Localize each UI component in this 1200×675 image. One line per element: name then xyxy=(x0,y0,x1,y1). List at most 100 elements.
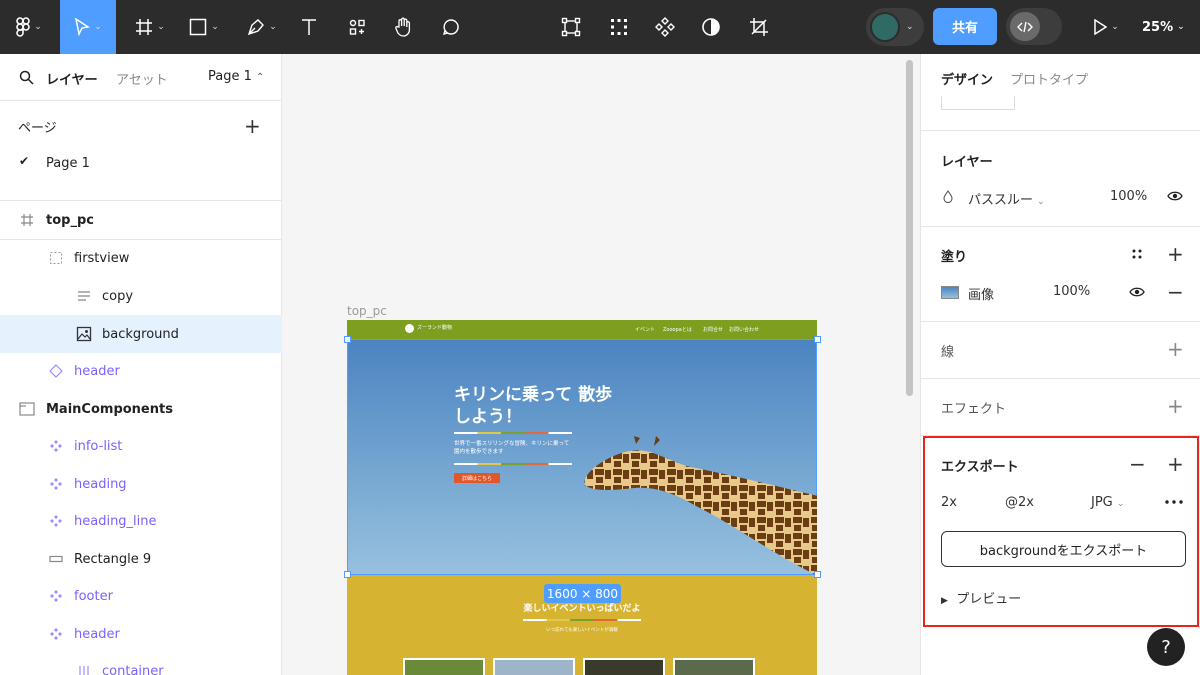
hero-background-image[interactable]: キリンに乗って 散歩しよう！ 世界で一番スリリングな冒険、キリンに乗って園内を散… xyxy=(347,339,817,576)
panda-logo-icon xyxy=(405,324,414,333)
resize-handle[interactable] xyxy=(344,336,351,343)
layer-label: top_pc xyxy=(46,212,94,228)
page-selector[interactable]: Page 1 ⌃ xyxy=(208,69,264,84)
eye-icon[interactable] xyxy=(1129,286,1145,298)
multiplayer-avatar-button[interactable]: ⌄ xyxy=(866,8,924,46)
layer-item[interactable]: info-list xyxy=(0,427,282,465)
shape-tool-button[interactable]: ⌄ xyxy=(182,0,226,54)
tab-assets[interactable]: アセット xyxy=(116,69,168,88)
layer-item[interactable]: Rectangle 9 xyxy=(0,540,282,578)
image-fill-swatch[interactable] xyxy=(941,286,959,299)
rectangle-icon xyxy=(48,551,64,567)
zoom-menu[interactable]: 25% ⌄ xyxy=(1142,0,1185,54)
layer-label: heading xyxy=(74,476,127,492)
resources-button[interactable] xyxy=(342,0,372,54)
component-button[interactable] xyxy=(652,0,678,54)
layer-item[interactable]: heading xyxy=(0,465,282,503)
figma-menu-button[interactable]: ⌄ xyxy=(8,0,50,54)
hand-tool-button[interactable] xyxy=(388,0,418,54)
fill-section-heading: 塗り xyxy=(941,250,968,265)
resize-handle[interactable] xyxy=(814,571,821,578)
add-page-button[interactable]: + xyxy=(244,116,261,136)
canvas-scrollbar[interactable] xyxy=(906,60,913,396)
event-thumbnail xyxy=(673,658,755,675)
event-thumbnail xyxy=(403,658,485,675)
layer-item[interactable]: footer xyxy=(0,577,282,615)
frame-top-pc[interactable]: ズーランド動物 イベント Zooopaとは お問合せ お問い合わせ キリンに乗っ… xyxy=(347,320,817,675)
layer-item[interactable]: firstview xyxy=(0,239,282,277)
tab-layers[interactable]: レイヤー xyxy=(46,69,98,88)
crop-button[interactable] xyxy=(746,0,772,54)
text-tool-button[interactable] xyxy=(294,0,324,54)
grid-icon xyxy=(611,19,627,35)
hero-copy: 世界で一番スリリングな冒険、キリンに乗って園内を散歩できます xyxy=(454,441,570,455)
add-fill-button[interactable]: + xyxy=(1167,244,1184,264)
present-button[interactable]: ⌄ xyxy=(1086,0,1126,54)
layer-section-heading: レイヤー xyxy=(941,155,993,170)
layer-item[interactable]: container xyxy=(0,652,282,675)
contrast-button[interactable] xyxy=(698,0,724,54)
more-options-icon[interactable] xyxy=(1165,500,1183,504)
layer-opacity[interactable]: 100% xyxy=(1110,189,1147,204)
layer-item[interactable]: top_pc xyxy=(0,201,282,239)
blend-mode-select[interactable]: パススルー ⌄ xyxy=(968,189,1045,208)
layer-item[interactable]: heading_line xyxy=(0,502,282,540)
component-icon xyxy=(655,17,675,37)
dev-mode-toggle[interactable] xyxy=(1006,8,1062,45)
page-selector-label: Page 1 xyxy=(208,69,252,84)
frame-label[interactable]: top_pc xyxy=(347,304,387,318)
layer-label: footer xyxy=(74,588,113,604)
layout-grid-button[interactable] xyxy=(606,0,632,54)
eye-icon[interactable] xyxy=(1167,190,1183,202)
pen-tool-button[interactable]: ⌄ xyxy=(240,0,284,54)
collapsed-control[interactable] xyxy=(941,96,1015,110)
minus-icon: − xyxy=(1129,452,1146,476)
preview-toggle[interactable]: ▶ プレビュー xyxy=(941,588,1021,607)
fill-type[interactable]: 画像 xyxy=(968,284,994,303)
stroke-section-heading: 線 xyxy=(941,345,955,360)
layer-item[interactable]: MainComponents xyxy=(0,390,282,428)
layer-label: info-list xyxy=(74,438,123,454)
code-icon xyxy=(1017,21,1033,32)
add-export-button[interactable]: + xyxy=(1167,454,1184,474)
export-format-select[interactable]: JPG ⌄ xyxy=(1091,495,1124,510)
chevron-down-icon: ⌄ xyxy=(906,22,914,32)
layer-item-selected[interactable]: background xyxy=(0,315,282,353)
styles-grid-icon[interactable] xyxy=(1131,248,1143,260)
layer-item[interactable]: header xyxy=(0,615,282,653)
event-thumbnail xyxy=(493,658,575,675)
fill-opacity[interactable]: 100% xyxy=(1053,284,1090,299)
chevron-down-icon: ⌄ xyxy=(94,22,102,32)
create-component-button[interactable] xyxy=(558,0,584,54)
resize-handle[interactable] xyxy=(814,336,821,343)
resize-handle[interactable] xyxy=(344,571,351,578)
export-suffix-input[interactable]: @2x xyxy=(1005,495,1034,510)
help-button[interactable]: ? xyxy=(1147,628,1185,666)
page-item-label: Page 1 xyxy=(46,156,90,171)
add-effect-button[interactable]: + xyxy=(1167,396,1184,416)
component-icon xyxy=(48,626,64,642)
remove-export-button[interactable]: − xyxy=(1129,454,1146,474)
frame-tool-button[interactable]: ⌄ xyxy=(128,0,172,54)
site-title: ズーランド動物 xyxy=(417,325,453,331)
tab-design[interactable]: デザイン xyxy=(941,69,993,88)
export-scale-select[interactable]: 2x xyxy=(941,495,957,510)
layer-item[interactable]: copy xyxy=(0,277,282,315)
chevron-down-icon: ⌄ xyxy=(1116,499,1125,509)
tab-prototype[interactable]: プロトタイプ xyxy=(1010,69,1088,88)
canvas[interactable]: top_pc ズーランド動物 イベント Zooopaとは お問合せ お問い合わせ… xyxy=(282,54,920,675)
move-tool-button[interactable]: ⌄ xyxy=(60,0,116,54)
layer-item[interactable]: header xyxy=(0,352,282,390)
layer-label: heading_line xyxy=(74,513,157,529)
remove-fill-button[interactable]: − xyxy=(1167,282,1184,302)
export-button[interactable]: backgroundをエクスポート xyxy=(941,531,1186,567)
image-icon xyxy=(76,326,92,342)
add-stroke-button[interactable]: + xyxy=(1167,339,1184,359)
divider xyxy=(921,321,1200,322)
comment-tool-button[interactable] xyxy=(436,0,466,54)
page-item[interactable]: ✔ Page 1 xyxy=(0,148,282,180)
site-header[interactable]: ズーランド動物 イベント Zooopaとは お問合せ お問い合わせ xyxy=(347,320,817,339)
share-button[interactable]: 共有 xyxy=(933,8,997,45)
comment-icon xyxy=(442,19,459,36)
search-icon[interactable] xyxy=(19,70,34,85)
